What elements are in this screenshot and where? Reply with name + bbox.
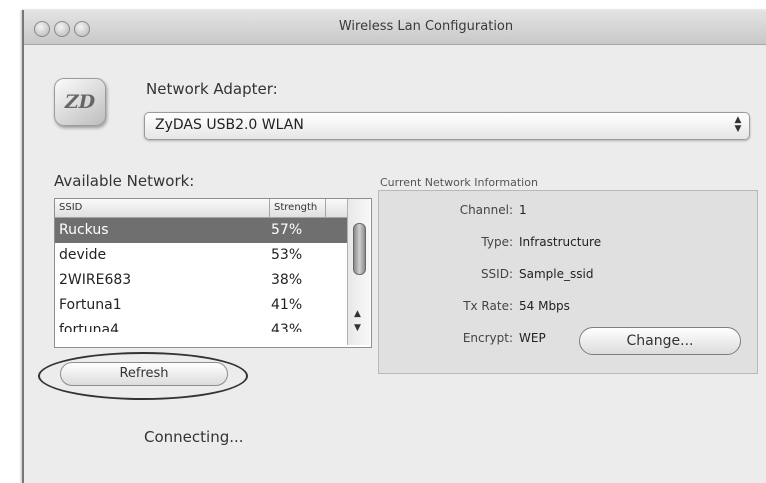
window-title: Wireless Lan Configuration	[338, 19, 514, 34]
info-value: Infrastructure	[519, 235, 602, 249]
network-ssid: Fortuna1	[59, 297, 122, 313]
vertical-scrollbar[interactable]: ▲ ▼	[347, 199, 370, 345]
app-window: Wireless Lan Configuration ZD Network Ad…	[22, 10, 766, 483]
table-row[interactable]: devide 53%	[55, 243, 347, 268]
current-network-info-label: Current Network Information	[380, 176, 538, 189]
info-row-tx-rate: Tx Rate: 54 Mbps	[379, 297, 757, 317]
info-row-ssid: SSID: Sample_ssid	[379, 265, 757, 285]
network-strength: 57%	[271, 222, 303, 238]
scrollbar-thumb[interactable]	[353, 223, 366, 275]
available-network-table[interactable]: SSID Strength Ruckus 57% devide 53% 2WIR…	[54, 198, 372, 348]
change-button[interactable]: Change...	[579, 327, 741, 355]
network-strength: 38%	[271, 272, 303, 288]
info-key: Encrypt:	[462, 331, 513, 345]
network-adapter-select[interactable]: ZyDAS USB2.0 WLAN ▲ ▼	[144, 112, 750, 140]
info-key: Type:	[481, 235, 513, 249]
down-arrow-icon[interactable]: ▼	[354, 323, 361, 333]
column-header-ssid[interactable]: SSID	[59, 202, 82, 213]
info-key: Tx Rate:	[463, 299, 513, 313]
info-value: WEP	[519, 331, 546, 345]
column-header-strength[interactable]: Strength	[269, 199, 317, 217]
network-strength: 43%	[271, 322, 303, 332]
info-key: Channel:	[459, 203, 513, 217]
table-row[interactable]: Ruckus 57%	[55, 218, 347, 243]
network-adapter-value: ZyDAS USB2.0 WLAN	[155, 117, 304, 133]
column-header-spacer	[325, 199, 326, 217]
network-ssid: 2WIRE683	[59, 272, 132, 288]
network-ssid: fortuna4	[59, 322, 119, 332]
network-ssid: Ruckus	[59, 222, 109, 238]
refresh-button[interactable]: Refresh	[60, 362, 228, 386]
connection-status: Connecting...	[144, 428, 244, 446]
current-network-info-panel: Channel: 1 Type: Infrastructure SSID: Sa…	[378, 190, 758, 374]
network-adapter-label: Network Adapter:	[146, 80, 278, 98]
network-strength: 41%	[271, 297, 303, 313]
info-row-channel: Channel: 1	[379, 201, 757, 221]
info-value: 1	[519, 203, 527, 217]
info-row-type: Type: Infrastructure	[379, 233, 757, 253]
table-row[interactable]: fortuna4 43%	[55, 318, 347, 332]
up-down-arrows-icon: ▲ ▼	[734, 115, 742, 134]
zydas-logo: ZD	[54, 78, 106, 126]
info-key: SSID:	[480, 267, 513, 281]
table-row[interactable]: Fortuna1 41%	[55, 293, 347, 318]
network-list: Ruckus 57% devide 53% 2WIRE683 38% Fortu…	[55, 218, 347, 332]
network-strength: 53%	[271, 247, 303, 263]
table-row[interactable]: 2WIRE683 38%	[55, 268, 347, 293]
info-value: Sample_ssid	[519, 267, 594, 281]
available-network-label: Available Network:	[54, 172, 195, 190]
up-arrow-icon[interactable]: ▲	[354, 309, 361, 319]
info-value: 54 Mbps	[519, 299, 570, 313]
network-ssid: devide	[59, 247, 107, 263]
title-bar[interactable]: Wireless Lan Configuration	[24, 10, 766, 45]
table-header: SSID Strength	[55, 199, 347, 218]
